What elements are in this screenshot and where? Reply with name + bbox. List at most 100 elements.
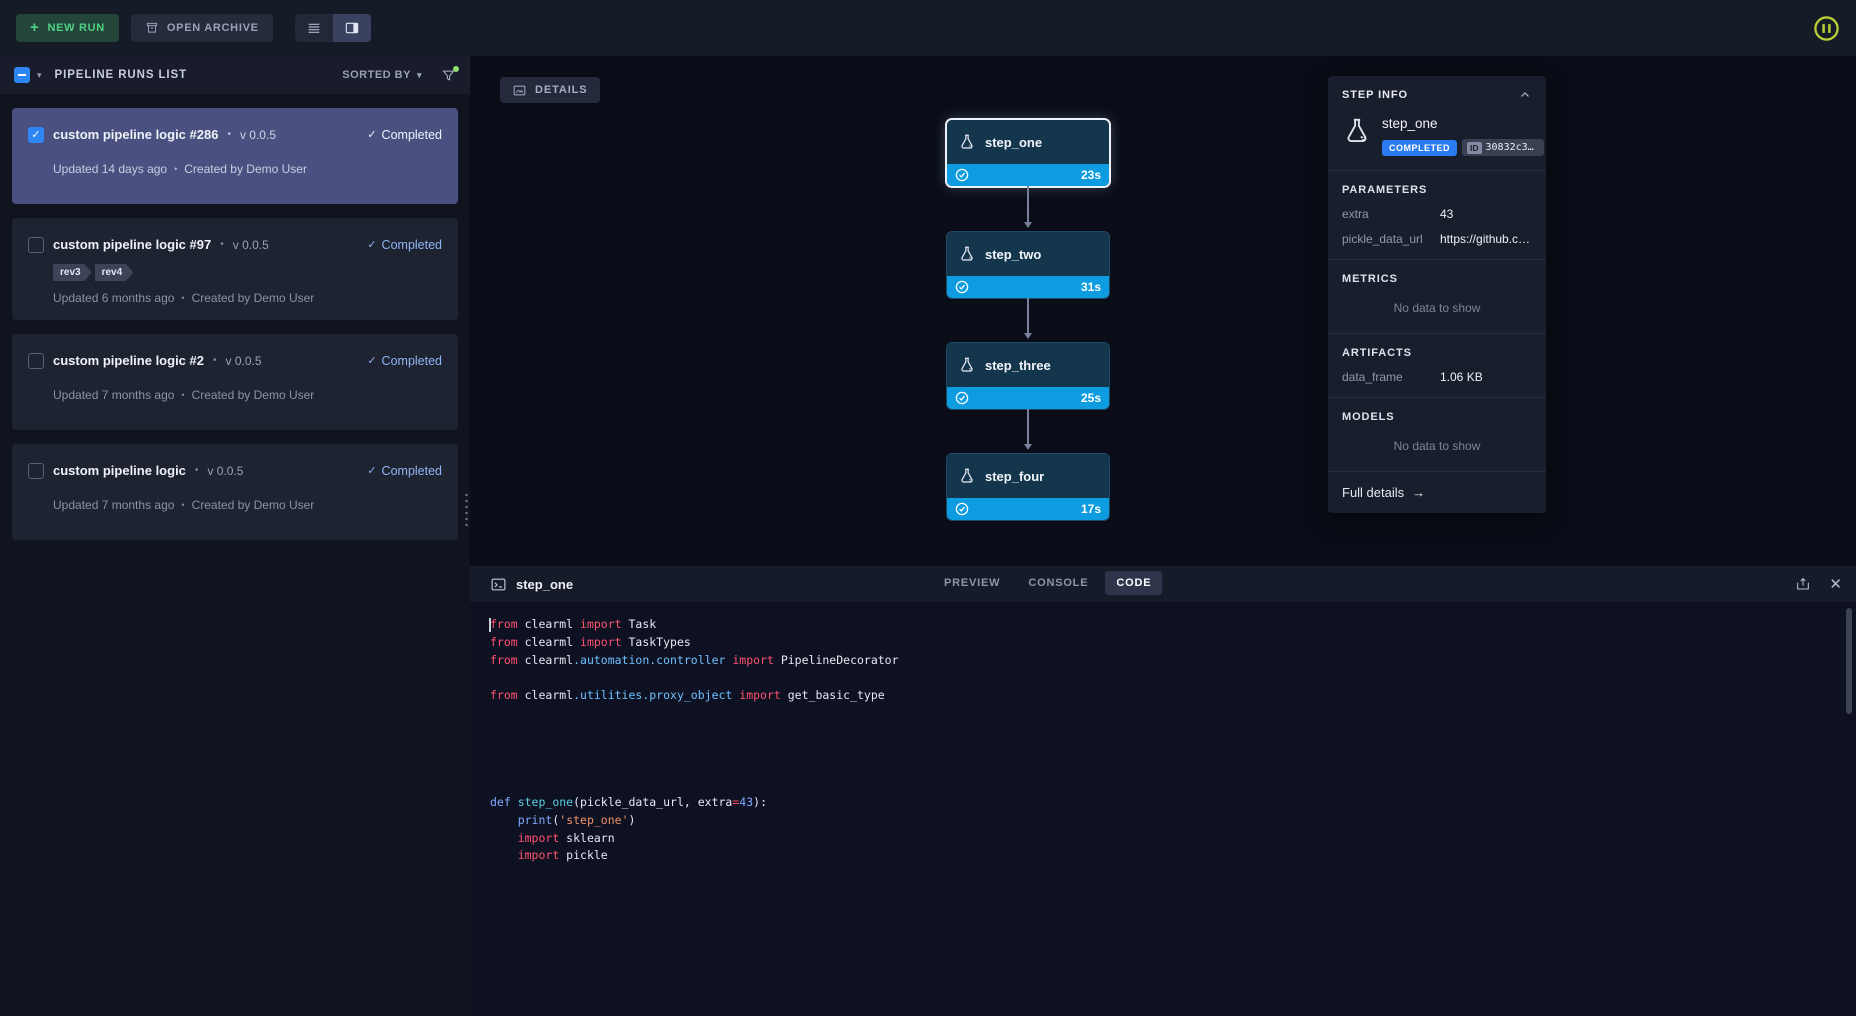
code-line <box>490 669 1856 687</box>
split-view-icon <box>344 20 360 36</box>
topbar: + NEW RUN OPEN ARCHIVE <box>0 0 1856 56</box>
run-tags: rev3rev4 <box>53 264 442 281</box>
code-line <box>490 776 1856 794</box>
run-checkbox[interactable] <box>28 463 44 479</box>
run-card[interactable]: custom pipeline logic • v 0.0.5 ✓Complet… <box>12 444 458 540</box>
check-circle-icon <box>955 502 969 516</box>
run-card[interactable]: custom pipeline logic #2 • v 0.0.5 ✓Comp… <box>12 334 458 430</box>
dag-edge-arrow <box>1027 409 1029 448</box>
run-version: v 0.0.5 <box>226 351 262 371</box>
flask-icon <box>958 356 976 374</box>
flask-icon <box>958 133 976 151</box>
node-label: step_two <box>985 247 1041 262</box>
open-archive-button[interactable]: OPEN ARCHIVE <box>131 14 273 42</box>
chevron-up-icon[interactable] <box>1518 88 1532 102</box>
table-view-button[interactable] <box>295 14 333 42</box>
node-duration: 31s <box>1081 280 1101 294</box>
dag-edge-arrow <box>1027 186 1029 226</box>
run-checkbox[interactable]: ✓ <box>28 127 44 143</box>
step-flask-icon <box>1342 116 1372 156</box>
run-status: ✓Completed <box>367 461 442 481</box>
tab-console[interactable]: CONSOLE <box>1017 571 1099 595</box>
run-card[interactable]: ✓ custom pipeline logic #286 • v 0.0.5 ✓… <box>12 108 458 204</box>
split-view-button[interactable] <box>333 14 371 42</box>
separator-dot: • <box>195 461 199 481</box>
filter-active-dot <box>453 66 459 72</box>
text-cursor <box>489 618 491 632</box>
app-root: + NEW RUN OPEN ARCHIVE <box>0 0 1856 1016</box>
run-tag[interactable]: rev3 <box>53 264 92 281</box>
task-id-badge[interactable]: ID 30832c35... <box>1462 139 1544 156</box>
dag-node-step_four[interactable]: step_four 17s <box>947 454 1109 520</box>
empty-message: No data to show <box>1342 426 1532 458</box>
sort-dropdown[interactable]: SORTED BY ▾ <box>342 69 422 81</box>
step-info-header: STEP INFO <box>1328 76 1546 110</box>
run-title: custom pipeline logic <box>53 461 186 481</box>
details-icon <box>512 83 527 98</box>
run-version: v 0.0.5 <box>240 125 276 145</box>
node-label: step_three <box>985 358 1051 373</box>
table-view-icon <box>306 20 322 36</box>
code-viewer[interactable]: from clearml import Taskfrom clearml imp… <box>470 602 1856 1016</box>
close-icon[interactable]: ✕ <box>1829 575 1842 593</box>
filter-icon[interactable] <box>441 68 456 83</box>
code-tabs: PREVIEWCONSOLECODE <box>933 571 1162 595</box>
step-info-section: ARTIFACTSdata_frame1.06 KB <box>1328 334 1546 398</box>
kv-row: data_frame1.06 KB <box>1342 370 1532 384</box>
step-summary: step_one COMPLETED ID 30832c35... <box>1328 110 1546 171</box>
details-button[interactable]: DETAILS <box>500 77 600 103</box>
runs-list-title: PIPELINE RUNS LIST <box>55 69 188 81</box>
run-title: custom pipeline logic #286 <box>53 125 218 145</box>
runs-list-header: ▾ PIPELINE RUNS LIST SORTED BY ▾ <box>0 56 470 94</box>
node-label: step_four <box>985 469 1044 484</box>
select-all-checkbox[interactable] <box>14 67 30 83</box>
new-run-button[interactable]: + NEW RUN <box>16 14 119 42</box>
code-scrollbar-thumb[interactable] <box>1846 608 1852 714</box>
dag-node-step_three[interactable]: step_three 25s <box>947 343 1109 409</box>
step-info-title: STEP INFO <box>1342 89 1408 101</box>
kv-row: pickle_data_urlhttps://github.co... <box>1342 232 1532 246</box>
run-tag[interactable]: rev4 <box>95 264 134 281</box>
pipeline-canvas[interactable]: step_one 23s step_two 31s step_three 25s… <box>470 56 1856 566</box>
check-circle-icon <box>955 280 969 294</box>
open-in-new-icon[interactable] <box>1795 576 1811 592</box>
run-title: custom pipeline logic #2 <box>53 351 204 371</box>
run-checkbox[interactable] <box>28 237 44 253</box>
code-header-icons: ✕ <box>1795 566 1842 602</box>
new-run-label: NEW RUN <box>47 22 104 34</box>
check-icon: ✓ <box>367 125 376 145</box>
run-status: ✓Completed <box>367 235 442 255</box>
code-scrollbar[interactable] <box>1846 608 1852 1010</box>
kv-key: extra <box>1342 207 1440 221</box>
separator-dot: • <box>227 125 231 145</box>
separator-dot: • <box>220 235 224 255</box>
step-info-panel: STEP INFO step_one COMPLETED ID 30832c35… <box>1328 76 1546 513</box>
step-info-sections: PARAMETERSextra43pickle_data_urlhttps://… <box>1328 171 1546 472</box>
check-circle-icon <box>955 168 969 182</box>
tab-code[interactable]: CODE <box>1105 571 1162 595</box>
node-duration: 23s <box>1081 168 1101 182</box>
full-details-link[interactable]: Full details → <box>1328 472 1546 513</box>
kv-value: https://github.co... <box>1440 232 1532 246</box>
code-line: import sklearn <box>490 830 1856 848</box>
tab-preview[interactable]: PREVIEW <box>933 571 1011 595</box>
kv-key: data_frame <box>1342 370 1440 384</box>
code-line <box>490 758 1856 776</box>
select-all-caret-icon[interactable]: ▾ <box>37 70 42 81</box>
flask-icon <box>958 467 976 485</box>
node-status-bar: 17s <box>947 498 1109 520</box>
kv-value: 1.06 KB <box>1440 370 1532 384</box>
kv-key: pickle_data_url <box>1342 232 1440 246</box>
separator-dot: • <box>181 390 184 400</box>
step-summary-right: step_one COMPLETED ID 30832c35... <box>1382 114 1544 156</box>
dag-node-step_two[interactable]: step_two 31s <box>947 232 1109 298</box>
run-card[interactable]: custom pipeline logic #97 • v 0.0.5 ✓Com… <box>12 218 458 320</box>
run-meta: Updated 7 months ago•Created by Demo Use… <box>53 388 442 402</box>
node-header: step_three <box>947 343 1109 387</box>
resources-indicator-icon[interactable] <box>1813 15 1840 42</box>
node-duration: 17s <box>1081 502 1101 516</box>
dag-node-step_one[interactable]: step_one 23s <box>947 120 1109 186</box>
node-label: step_one <box>985 135 1042 150</box>
run-checkbox[interactable] <box>28 353 44 369</box>
status-badge: COMPLETED <box>1382 140 1457 156</box>
